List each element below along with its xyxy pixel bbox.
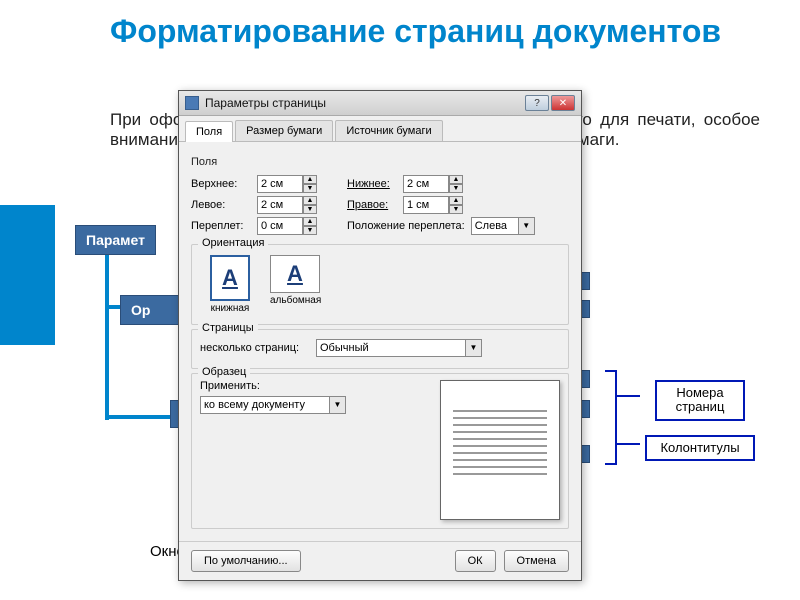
group-label-pages: Страницы [198,322,258,334]
spin-up-icon[interactable]: ▲ [449,196,463,205]
tab-margins[interactable]: Поля [185,121,233,142]
label-gutter-position: Положение переплета: [347,220,465,232]
connector [105,415,170,419]
bracket [615,370,617,465]
left-margin-input[interactable] [257,196,303,214]
tab-paper-source[interactable]: Источник бумаги [335,120,442,141]
label-right-margin: Правое: [347,199,397,211]
connector [105,250,109,420]
group-label-sample: Образец [198,366,250,378]
label-apply-to: Применить: [200,380,428,392]
left-margin-spinner[interactable]: ▲▼ [257,196,317,214]
slide-title: Форматирование страниц документов [110,15,721,49]
chevron-down-icon[interactable]: ▼ [466,339,482,357]
top-margin-input[interactable] [257,175,303,193]
apply-to-combo[interactable]: ▼ [200,396,428,414]
app-icon [185,96,199,110]
spin-up-icon[interactable]: ▲ [303,217,317,226]
close-button[interactable]: ✕ [551,95,575,111]
spin-down-icon[interactable]: ▼ [303,226,317,235]
chevron-down-icon[interactable]: ▼ [519,217,535,235]
annotation-headers-footers: Колонтитулы [645,435,755,461]
spin-up-icon[interactable]: ▲ [303,196,317,205]
spin-up-icon[interactable]: ▲ [303,175,317,184]
group-label-orientation: Ориентация [198,237,268,249]
bracket [615,443,640,445]
cancel-button[interactable]: Отмена [504,550,569,572]
bracket [605,463,617,465]
right-margin-input[interactable] [403,196,449,214]
label-gutter: Переплет: [191,220,251,232]
label-top-margin: Верхнее: [191,178,251,190]
dialog-titlebar[interactable]: Параметры страницы ? ✕ [179,91,581,116]
multiple-pages-input[interactable] [316,339,466,357]
diagram-box-orientation: Ор [120,295,180,325]
label-multiple-pages: несколько страниц: [200,342,310,354]
landscape-a-icon: A [287,261,303,287]
spin-down-icon[interactable]: ▼ [449,184,463,193]
bracket [615,395,640,397]
diagram-box-parameters: Парамет [75,225,156,255]
portrait-a-icon: A [222,265,238,291]
label-left-margin: Левое: [191,199,251,211]
gutter-spinner[interactable]: ▲▼ [257,217,317,235]
orientation-landscape[interactable]: A [270,255,320,293]
gutter-input[interactable] [257,217,303,235]
ok-button[interactable]: ОК [455,550,496,572]
bottom-margin-spinner[interactable]: ▲▼ [403,175,463,193]
dialog-tabs: Поля Размер бумаги Источник бумаги [179,116,581,142]
spin-down-icon[interactable]: ▼ [303,184,317,193]
top-margin-spinner[interactable]: ▲▼ [257,175,317,193]
bracket [605,370,617,372]
page-preview [440,380,560,520]
right-margin-spinner[interactable]: ▲▼ [403,196,463,214]
help-button[interactable]: ? [525,95,549,111]
page-setup-dialog: Параметры страницы ? ✕ Поля Размер бумаг… [178,90,582,581]
default-button[interactable]: По умолчанию... [191,550,301,572]
gutter-position-combo[interactable]: ▼ [471,217,535,235]
group-label-margins: Поля [191,156,569,168]
spin-up-icon[interactable]: ▲ [449,175,463,184]
orientation-landscape-label: альбомная [270,295,321,306]
annotation-page-numbers: Номера страниц [655,380,745,421]
orientation-portrait[interactable]: A [210,255,250,301]
bottom-margin-input[interactable] [403,175,449,193]
multiple-pages-combo[interactable]: ▼ [316,339,482,357]
tab-paper-size[interactable]: Размер бумаги [235,120,333,141]
spin-down-icon[interactable]: ▼ [449,205,463,214]
chevron-down-icon[interactable]: ▼ [330,396,346,414]
apply-to-input[interactable] [200,396,330,414]
orientation-portrait-label: книжная [210,303,250,314]
gutter-position-input[interactable] [471,217,519,235]
spin-down-icon[interactable]: ▼ [303,205,317,214]
dialog-title: Параметры страницы [205,96,525,110]
slide-accent-bar [0,205,55,345]
label-bottom-margin: Нижнее: [347,178,397,190]
